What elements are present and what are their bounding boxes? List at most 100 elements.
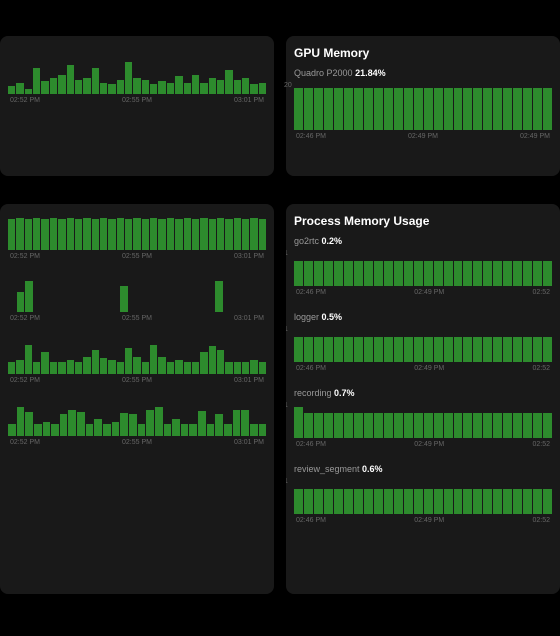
bar (473, 337, 482, 362)
y-tick: 20 (284, 82, 292, 89)
bar (100, 218, 107, 250)
bar (454, 88, 463, 130)
bar (241, 410, 249, 436)
bar (184, 83, 191, 94)
bar (444, 261, 453, 286)
bar (100, 83, 107, 94)
bar (108, 360, 115, 374)
bar (543, 261, 552, 286)
process-item: go2rtc 0.2%102:46 PM02:49 PM02:52 (294, 236, 552, 296)
bar (259, 83, 266, 94)
bar (374, 489, 383, 514)
bar (172, 419, 180, 436)
bar (344, 337, 353, 362)
bar (150, 345, 157, 374)
bar (394, 261, 403, 286)
bar (523, 413, 532, 438)
bar (354, 88, 363, 130)
bar (314, 489, 323, 514)
bar (314, 413, 323, 438)
bar (543, 337, 552, 362)
bar (354, 413, 363, 438)
bar (404, 413, 413, 438)
bar (394, 337, 403, 362)
bar (233, 410, 241, 436)
bar (424, 413, 433, 438)
bar (175, 219, 182, 250)
bar (543, 88, 552, 130)
bar (41, 352, 48, 374)
bar (138, 424, 146, 436)
bar (334, 261, 343, 286)
bar (533, 88, 542, 130)
bar (125, 219, 132, 250)
bar (344, 413, 353, 438)
bar (394, 489, 403, 514)
bar (493, 261, 502, 286)
bar (334, 88, 343, 130)
panel-top-left: 02:52 PM 02:55 PM 03:01 PM (0, 36, 274, 176)
bar (259, 219, 266, 250)
panel-title: GPU Memory (294, 46, 552, 60)
bar (234, 218, 241, 250)
x-axis: 02:46 PM02:49 PM02:52 (294, 289, 552, 296)
bar (184, 218, 191, 250)
bar (94, 419, 102, 436)
bar (374, 88, 383, 130)
bar (483, 489, 492, 514)
bar (503, 413, 512, 438)
bar (483, 88, 492, 130)
bar (41, 81, 48, 94)
x-axis: 02:46 PM 02:49 PM 02:49 PM (294, 133, 552, 140)
bar (125, 348, 132, 374)
bar (404, 489, 413, 514)
bar (225, 70, 232, 94)
bar (158, 219, 165, 250)
bar (324, 88, 333, 130)
bar (167, 83, 174, 94)
bar (364, 489, 373, 514)
bar (25, 412, 33, 436)
bar (374, 337, 383, 362)
bar (463, 88, 472, 130)
bar (523, 489, 532, 514)
bar (513, 337, 522, 362)
bar (60, 414, 68, 436)
bar (146, 410, 154, 436)
bar (209, 346, 216, 374)
bar (242, 78, 249, 94)
bar (294, 337, 303, 362)
bar (50, 78, 57, 94)
bar (503, 489, 512, 514)
bar (434, 413, 443, 438)
bar (483, 413, 492, 438)
bar (493, 337, 502, 362)
bar (444, 413, 453, 438)
bar (294, 489, 303, 514)
bar (120, 286, 128, 312)
bar (259, 424, 267, 436)
bar (198, 411, 206, 436)
bar (8, 362, 15, 374)
bar (184, 362, 191, 374)
x-axis: 02:52 PM 02:55 PM 03:01 PM (8, 97, 266, 104)
bar (294, 261, 303, 286)
bar (513, 489, 522, 514)
bar (364, 337, 373, 362)
bar (234, 362, 241, 374)
bar (75, 80, 82, 94)
bar (142, 362, 149, 374)
bar (463, 337, 472, 362)
bar (543, 413, 552, 438)
bar (304, 413, 313, 438)
bar (473, 413, 482, 438)
bar (454, 413, 463, 438)
bar (354, 489, 363, 514)
bar (384, 413, 393, 438)
bar (83, 78, 90, 94)
bar (384, 88, 393, 130)
bar (242, 362, 249, 374)
bar (158, 81, 165, 94)
chart-left-2 (8, 338, 266, 374)
bar (103, 424, 111, 436)
